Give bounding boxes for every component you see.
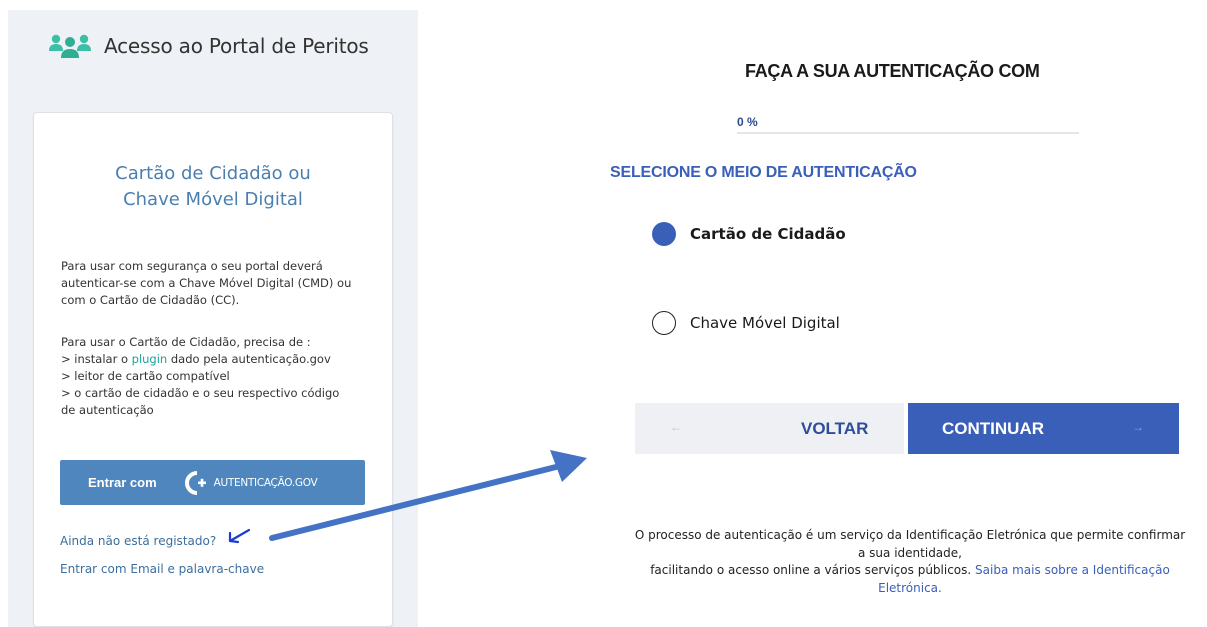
- progress-label: 0 %: [737, 115, 758, 129]
- register-link[interactable]: Ainda não está registado?: [60, 534, 216, 548]
- select-method-heading: SELECIONE O MEIO DE AUTENTICAÇÃO: [610, 164, 917, 181]
- intro-line: Para usar com segurança o seu portal dev…: [61, 259, 323, 273]
- requirements-paragraph: Para usar o Cartão de Cidadão, precisa d…: [61, 334, 376, 419]
- arrow-left-icon: ←: [670, 420, 682, 434]
- requirements-line: > instalar o plugin dado pela autenticaç…: [61, 351, 376, 368]
- autenticacao-gov-icon: [184, 470, 206, 495]
- requirements-line: > o cartão de cidadão e o seu respectivo…: [61, 386, 340, 400]
- footer-line: facilitando o acesso online a vários ser…: [600, 562, 1207, 580]
- intro-line: com o Cartão de Cidadão (CC).: [61, 293, 240, 307]
- footer-text: facilitando o acesso online a vários ser…: [650, 563, 976, 577]
- radio-option-label: Cartão de Cidadão: [690, 225, 846, 243]
- intro-paragraph: Para usar com segurança o seu portal dev…: [61, 258, 376, 309]
- radio-unselected-icon[interactable]: [652, 311, 676, 335]
- intro-line: autenticar-se com a Chave Móvel Digital …: [61, 276, 352, 290]
- auth-heading: FAÇA A SUA AUTENTICAÇÃO COM: [745, 61, 1040, 81]
- radio-option-cartao-cidadao[interactable]: Cartão de Cidadão: [652, 222, 846, 246]
- portal-header: Acesso ao Portal de Peritos: [46, 33, 369, 59]
- footer-line: O processo de autenticação é um serviço …: [634, 528, 1186, 542]
- page-title: Acesso ao Portal de Peritos: [104, 34, 369, 58]
- plugin-link[interactable]: plugin: [132, 352, 168, 366]
- arrow-right-icon: →: [1132, 420, 1144, 434]
- card-title-line2: Chave Móvel Digital: [123, 189, 303, 210]
- requirements-line: > leitor de cartão compatível: [61, 369, 230, 383]
- users-group-icon: [46, 33, 94, 59]
- card-title-line1: Cartão de Cidadão ou: [115, 163, 311, 184]
- requirements-text: dado pela autenticação.gov: [167, 352, 331, 366]
- learn-more-link[interactable]: Saiba mais sobre a Identificação: [975, 563, 1170, 577]
- footer-line: a sua identidade,: [858, 545, 962, 560]
- footer-line: Eletrónica.: [600, 580, 1207, 598]
- learn-more-link-continued[interactable]: Eletrónica.: [878, 581, 942, 595]
- footer-description: O processo de autenticação é um serviço …: [600, 527, 1207, 597]
- requirements-line: Para usar o Cartão de Cidadão, precisa d…: [61, 335, 311, 349]
- email-login-link[interactable]: Entrar com Email e palavra-chave: [60, 562, 264, 576]
- radio-option-label: Chave Móvel Digital: [690, 314, 840, 332]
- hand-drawn-arrow-icon: [228, 528, 251, 544]
- radio-selected-icon[interactable]: [652, 222, 676, 246]
- requirements-text: > instalar o: [61, 352, 132, 366]
- continue-button-label: CONTINUAR: [942, 419, 1044, 438]
- radio-option-chave-movel-digital[interactable]: Chave Móvel Digital: [652, 311, 840, 335]
- arrow-icon: [269, 450, 587, 541]
- progress-bar: [737, 132, 1079, 134]
- continue-button[interactable]: CONTINUAR →: [908, 403, 1179, 454]
- login-button-label: Entrar com: [88, 475, 157, 490]
- back-button[interactable]: ← VOLTAR: [635, 403, 904, 454]
- back-button-label: VOLTAR: [801, 419, 869, 438]
- requirements-line: de autenticação: [61, 403, 154, 417]
